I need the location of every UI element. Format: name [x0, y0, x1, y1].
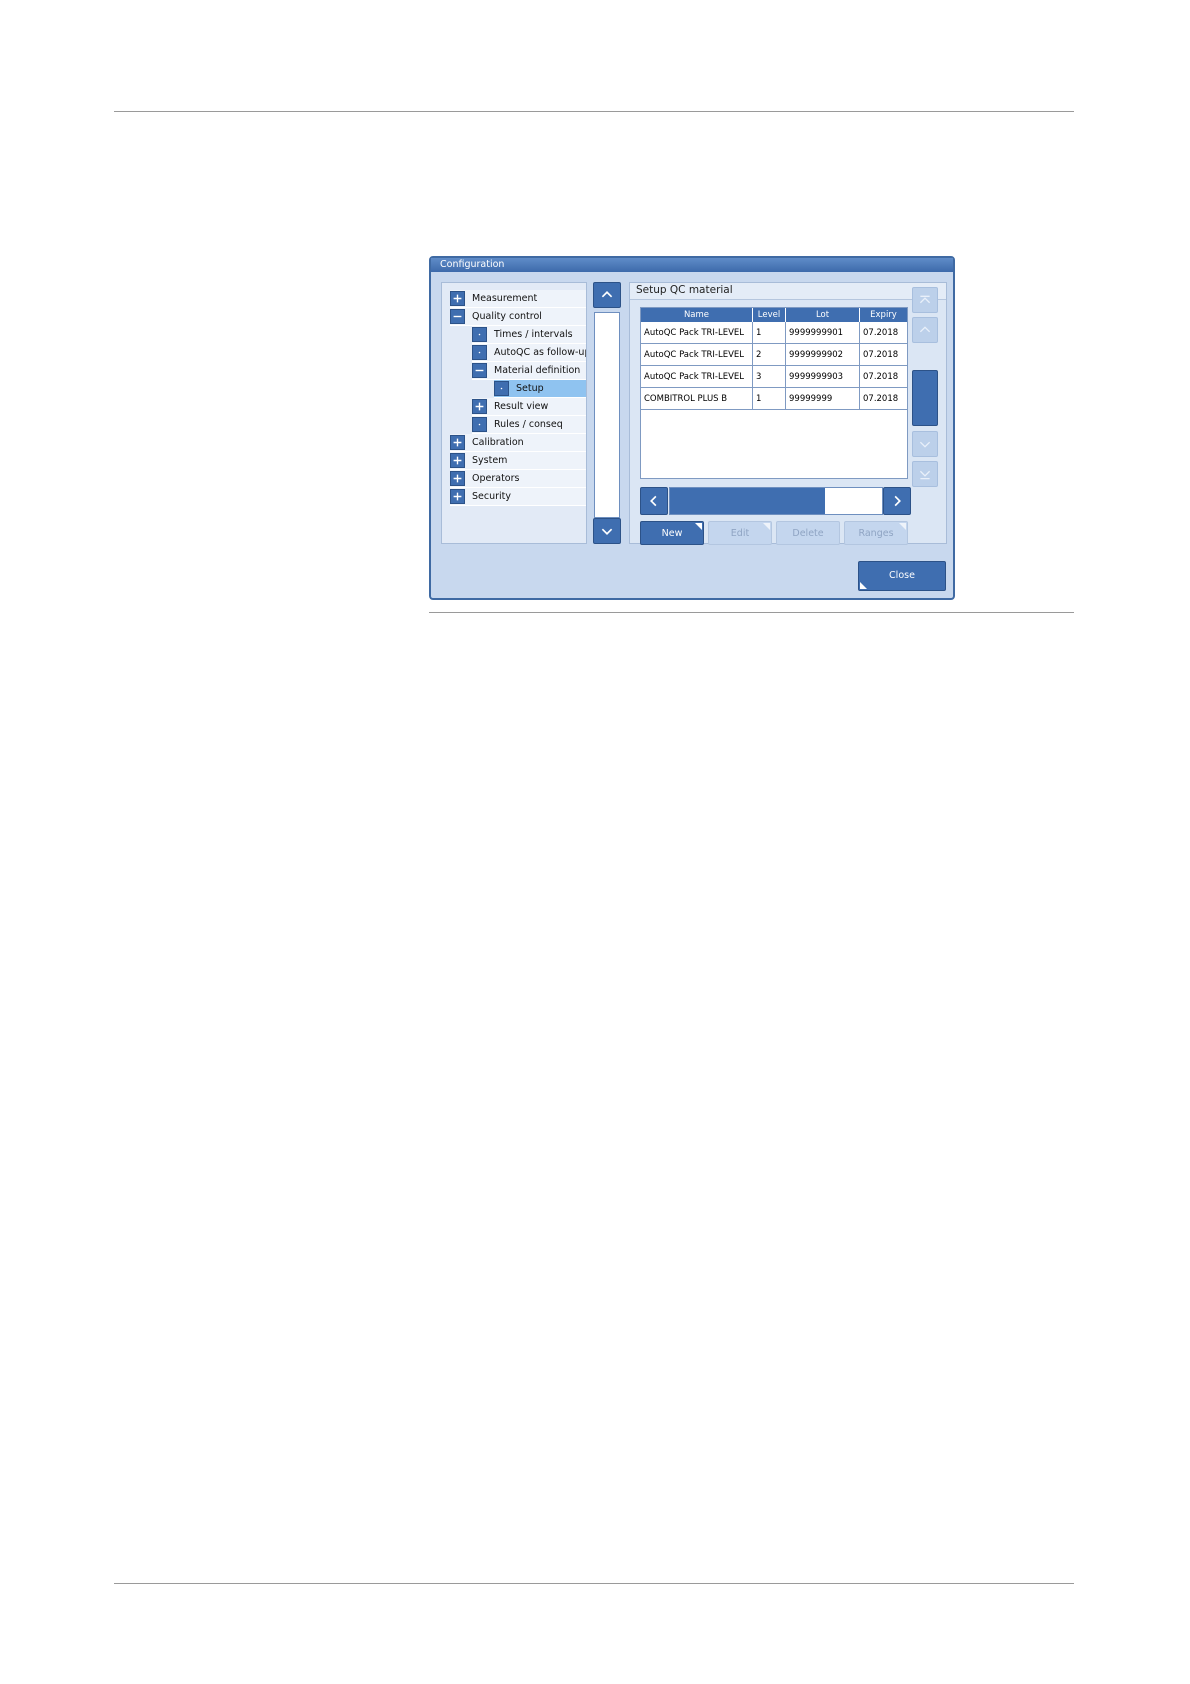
tree-item-autoqc-follow-up[interactable]: AutoQC as follow-up	[472, 344, 586, 362]
plus-icon[interactable]	[450, 435, 465, 450]
tree-scroll-track[interactable]	[594, 312, 620, 518]
chevron-up-icon	[601, 291, 613, 298]
scroll-left-button[interactable]	[640, 487, 668, 515]
column-header-lot[interactable]: Lot	[786, 308, 860, 322]
table-cell-name[interactable]: AutoQC Pack TRI-LEVEL	[641, 344, 753, 366]
tree-item-label: System	[472, 455, 508, 466]
table-cell-level[interactable]: 2	[753, 344, 786, 366]
delete-button[interactable]: Delete	[776, 521, 840, 545]
table-cell-name[interactable]: AutoQC Pack TRI-LEVEL	[641, 322, 753, 344]
table-cell-lot[interactable]: 9999999902	[786, 344, 860, 366]
tree-item-result-view[interactable]: Result view	[472, 398, 586, 416]
horizontal-scroll-thumb[interactable]	[670, 488, 825, 514]
tree-item-setup[interactable]: Setup	[494, 380, 586, 398]
scroll-right-button[interactable]	[883, 487, 911, 515]
column-header-expiry[interactable]: Expiry	[860, 308, 907, 322]
double-chevron-down-icon	[919, 470, 931, 480]
table-scroll-up-button[interactable]	[912, 317, 938, 343]
tree-item-label: Setup	[516, 383, 544, 394]
tree-item-label: AutoQC as follow-up	[494, 347, 586, 358]
dot-icon	[472, 345, 487, 360]
panel-title: Setup QC material	[630, 283, 946, 300]
tree-scroll-down-button[interactable]	[593, 518, 621, 544]
tree-item-label: Operators	[472, 473, 520, 484]
chevron-down-icon	[919, 441, 931, 448]
tree-item-label: Times / intervals	[494, 329, 573, 340]
table-cell-lot[interactable]: 99999999	[786, 388, 860, 410]
plus-icon[interactable]	[450, 489, 465, 504]
minus-icon[interactable]	[450, 309, 465, 324]
tree-item-label: Result view	[494, 401, 549, 412]
tree-item-label: Security	[472, 491, 512, 502]
tree-item-label: Quality control	[472, 311, 542, 322]
column-header-name[interactable]: Name	[641, 308, 753, 322]
table-cell-name[interactable]: AutoQC Pack TRI-LEVEL	[641, 366, 753, 388]
new-button[interactable]: New	[640, 521, 704, 545]
tree-item-security[interactable]: Security	[450, 488, 586, 506]
plus-icon[interactable]	[472, 399, 487, 414]
plus-icon[interactable]	[450, 471, 465, 486]
table-cell-level[interactable]: 3	[753, 366, 786, 388]
tree-item-operators[interactable]: Operators	[450, 470, 586, 488]
config-tree: Measurement Quality control Times / inte…	[441, 282, 587, 544]
plus-icon[interactable]	[450, 291, 465, 306]
table-cell-expiry[interactable]: 07.2018	[860, 388, 907, 410]
qc-material-table: Name Level Lot Expiry AutoQC Pack TRI-LE…	[640, 307, 908, 479]
table-cell-level[interactable]: 1	[753, 388, 786, 410]
figure-rule	[429, 612, 1074, 613]
dot-icon	[494, 381, 509, 396]
column-header-level[interactable]: Level	[753, 308, 786, 322]
edit-button[interactable]: Edit	[708, 521, 772, 545]
tree-item-calibration[interactable]: Calibration	[450, 434, 586, 452]
table-cell-expiry[interactable]: 07.2018	[860, 322, 907, 344]
table-cell-lot[interactable]: 9999999901	[786, 322, 860, 344]
table-cell-lot[interactable]: 9999999903	[786, 366, 860, 388]
double-chevron-up-icon	[919, 295, 931, 304]
table-scroll-thumb[interactable]	[912, 370, 938, 426]
configuration-window: Configuration Measurement Quality contro…	[429, 256, 955, 600]
tree-item-measurement[interactable]: Measurement	[450, 290, 586, 308]
minus-icon[interactable]	[472, 363, 487, 378]
window-title: Configuration	[431, 258, 953, 272]
tree-item-label: Measurement	[472, 293, 538, 304]
table-cell-expiry[interactable]: 07.2018	[860, 344, 907, 366]
tree-item-times-intervals[interactable]: Times / intervals	[472, 326, 586, 344]
chevron-left-icon	[650, 495, 657, 507]
tree-item-label: Rules / conseq	[494, 419, 563, 430]
tree-item-label: Material definition	[494, 365, 581, 376]
chevron-down-icon	[601, 528, 613, 535]
tree-item-rules-conseq[interactable]: Rules / conseq	[472, 416, 586, 434]
dot-icon	[472, 327, 487, 342]
table-scroll-top-button[interactable]	[912, 287, 938, 313]
plus-icon[interactable]	[450, 453, 465, 468]
horizontal-scroll-track[interactable]	[669, 487, 883, 515]
chevron-up-icon	[919, 326, 931, 333]
chevron-right-icon	[894, 495, 901, 507]
table-scroll-bottom-button[interactable]	[912, 461, 938, 487]
tree-scroll-up-button[interactable]	[593, 282, 621, 308]
setup-qc-panel: Setup QC material Name Level Lot Expiry …	[629, 282, 947, 545]
close-button[interactable]: Close	[858, 561, 946, 591]
table-cell-name[interactable]: COMBITROL PLUS B	[641, 388, 753, 410]
table-cell-expiry[interactable]: 07.2018	[860, 366, 907, 388]
ranges-button[interactable]: Ranges	[844, 521, 908, 545]
tree-item-system[interactable]: System	[450, 452, 586, 470]
bottom-rule	[114, 1583, 1074, 1584]
dot-icon	[472, 417, 487, 432]
top-rule	[114, 111, 1074, 112]
tree-item-label: Calibration	[472, 437, 524, 448]
table-cell-level[interactable]: 1	[753, 322, 786, 344]
table-scroll-down-button[interactable]	[912, 431, 938, 457]
tree-item-material-definition[interactable]: Material definition	[472, 362, 586, 380]
tree-item-quality-control[interactable]: Quality control	[450, 308, 586, 326]
